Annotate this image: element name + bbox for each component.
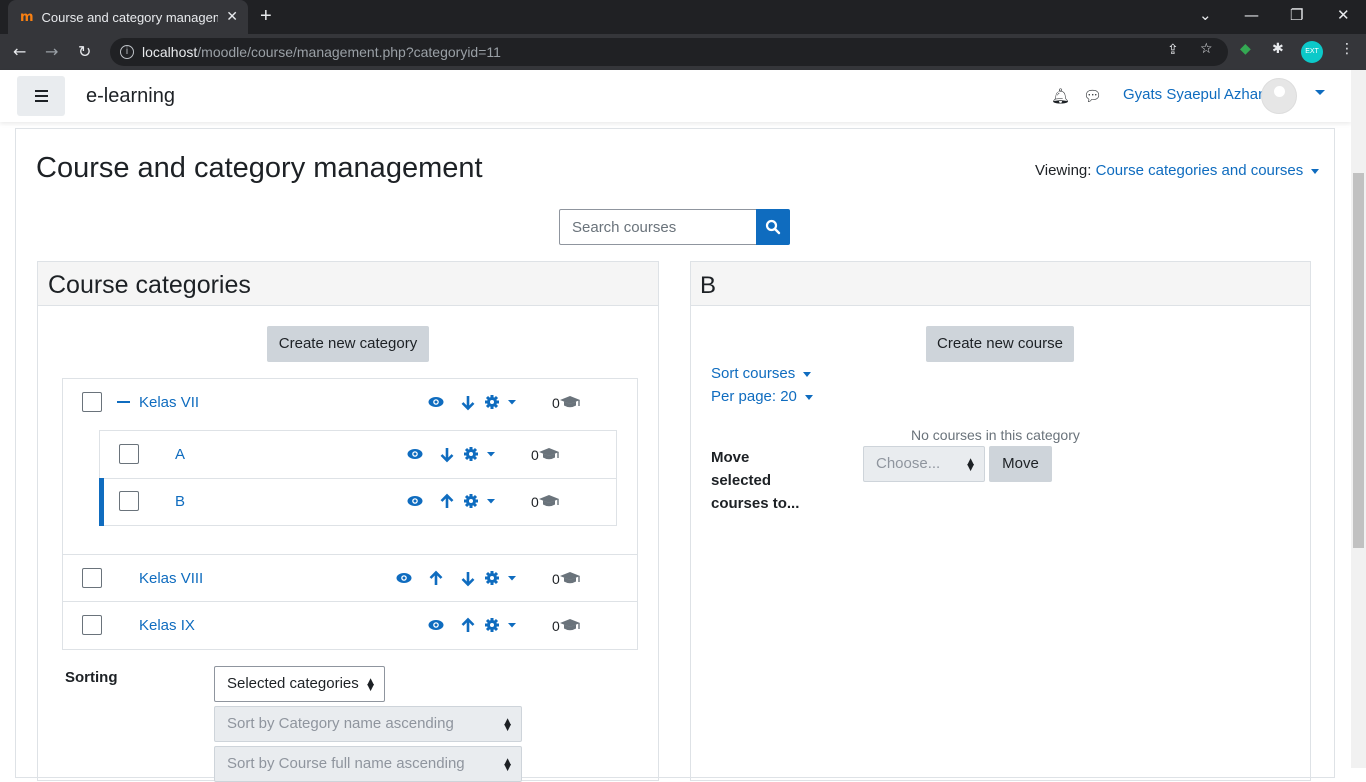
select-updown-icon: ▲ ▼ (367, 677, 374, 693)
course-count: 0 (552, 395, 560, 411)
course-count: 0 (531, 447, 539, 463)
actions-caret-icon[interactable] (487, 499, 495, 504)
settings-gear-icon[interactable] (483, 616, 501, 634)
per-page-label: Per page: 20 (711, 388, 797, 405)
select-updown-icon: ▲ ▼ (504, 717, 511, 733)
sort-scope-value: Selected categories (227, 675, 359, 692)
course-count: 0 (531, 494, 539, 510)
move-down-arrow-icon[interactable] (461, 570, 475, 586)
sort-category-value: Sort by Category name ascending (227, 715, 454, 732)
visibility-eye-icon[interactable] (396, 573, 412, 583)
course-count: 0 (552, 618, 560, 634)
settings-gear-icon[interactable] (462, 492, 480, 510)
sort-course-value: Sort by Course full name ascending (227, 755, 465, 772)
panel-title: B (700, 272, 717, 299)
visibility-eye-icon[interactable] (428, 397, 444, 407)
sort-scope-select[interactable]: Selected categories ▲ ▼ (214, 666, 385, 702)
move-courses-label: Move selected courses to... (711, 449, 800, 512)
move-button[interactable]: Move (989, 446, 1052, 482)
settings-gear-icon[interactable] (462, 445, 480, 463)
move-up-arrow-icon[interactable] (429, 571, 443, 587)
no-courses-message: No courses in this category (911, 427, 1080, 443)
move-down-arrow-icon[interactable] (440, 446, 454, 462)
move-target-value: Choose... (876, 455, 941, 472)
caret-down-icon (804, 394, 813, 400)
select-updown-icon: ▲ ▼ (504, 757, 511, 773)
create-new-course-button[interactable]: Create new course (926, 326, 1074, 362)
course-count-cap-icon (538, 494, 560, 507)
sort-course-select[interactable]: Sort by Course full name ascending ▲ ▼ (214, 746, 522, 782)
course-count: 0 (552, 571, 560, 587)
move-down-arrow-icon[interactable] (461, 394, 475, 410)
course-count-cap-icon (559, 618, 581, 631)
visibility-eye-icon[interactable] (407, 496, 423, 506)
course-count-cap-icon (559, 395, 581, 408)
visibility-eye-icon[interactable] (407, 449, 423, 459)
panel-header: B (691, 262, 1310, 306)
settings-gear-icon[interactable] (483, 569, 501, 587)
actions-caret-icon[interactable] (487, 452, 495, 457)
course-count-cap-icon (559, 571, 581, 584)
actions-caret-icon[interactable] (508, 400, 516, 405)
move-up-arrow-icon[interactable] (461, 618, 475, 634)
course-count-cap-icon (538, 447, 560, 460)
caret-down-icon (803, 371, 812, 377)
move-up-arrow-icon[interactable] (440, 494, 454, 510)
actions-caret-icon[interactable] (508, 576, 516, 581)
move-target-select[interactable]: Choose... ▲ ▼ (863, 446, 985, 482)
actions-caret-icon[interactable] (508, 623, 516, 628)
sort-courses-label: Sort courses (711, 365, 796, 382)
sort-courses-dropdown[interactable]: Sort courses (711, 365, 812, 382)
per-page-dropdown[interactable]: Per page: 20 (711, 388, 813, 405)
visibility-eye-icon[interactable] (428, 620, 444, 630)
select-updown-icon: ▲ ▼ (967, 457, 974, 473)
sort-category-select[interactable]: Sort by Category name ascending ▲ ▼ (214, 706, 522, 742)
settings-gear-icon[interactable] (483, 393, 501, 411)
sorting-label: Sorting (65, 669, 118, 686)
